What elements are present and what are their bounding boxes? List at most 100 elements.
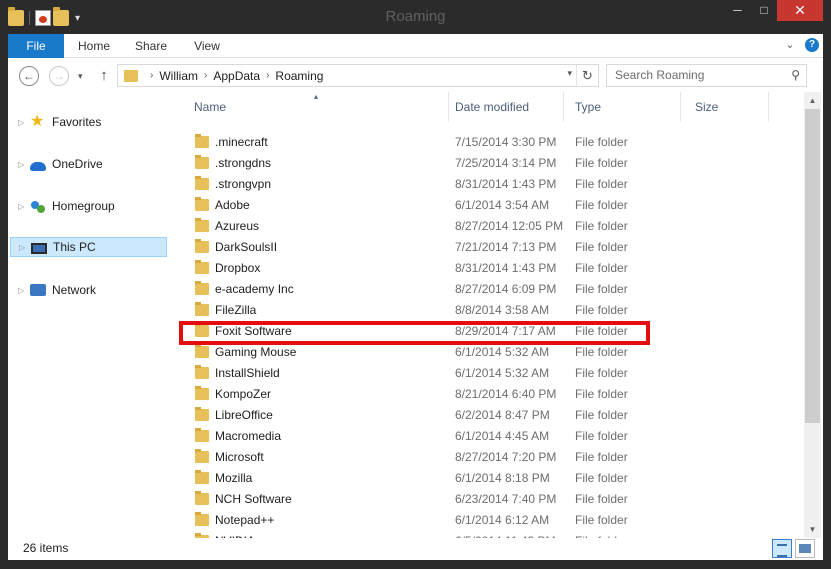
table-row[interactable]: DarkSoulsII 7/21/2014 7:13 PM File folder (174, 237, 806, 258)
address-dropdown-icon[interactable]: ▾ (567, 68, 572, 79)
forward-button[interactable]: → (49, 66, 69, 86)
ribbon-tabs: File Home Share View ⌄ ? (8, 34, 823, 58)
breadcrumb-appdata[interactable]: AppData (213, 69, 260, 83)
window-controls: ─ □ ✕ (724, 0, 823, 25)
recent-locations-icon[interactable]: ▾ (78, 67, 90, 85)
file-name: Gaming Mouse (215, 345, 297, 359)
file-type: File folder (575, 219, 628, 233)
file-date-modified: 6/1/2014 5:32 AM (455, 345, 550, 359)
breadcrumb-roaming[interactable]: Roaming (275, 69, 323, 83)
table-row[interactable]: KompoZer 8/21/2014 6:40 PM File folder (174, 384, 806, 405)
nav-item-homegroup[interactable]: ▷ Homegroup (10, 196, 167, 216)
breadcrumb-separator-icon[interactable]: › (150, 70, 153, 81)
folder-icon (195, 491, 209, 505)
folder-icon (195, 134, 209, 148)
file-date-modified: 6/1/2014 4:45 AM (455, 429, 550, 443)
details-view-icon[interactable] (772, 539, 792, 558)
nav-item-favorites[interactable]: ▷ ★ Favorites (10, 112, 167, 132)
highlight-box (179, 321, 650, 345)
file-type: File folder (575, 156, 628, 170)
table-row[interactable]: Microsoft 8/27/2014 7:20 PM File folder (174, 447, 806, 468)
table-row[interactable]: .strongdns 7/25/2014 3:14 PM File folder (174, 153, 806, 174)
table-row[interactable]: .strongvpn 8/31/2014 1:43 PM File folder (174, 174, 806, 195)
breadcrumb-separator-icon[interactable]: › (266, 70, 269, 81)
minimize-button[interactable]: ─ (724, 0, 751, 21)
table-row[interactable]: Gaming Mouse 6/1/2014 5:32 AM File folder (174, 342, 806, 363)
scroll-up-icon[interactable]: ▲ (804, 92, 821, 109)
file-date-modified: 7/21/2014 7:13 PM (455, 240, 557, 254)
search-icon[interactable]: ⚲ (791, 65, 800, 86)
file-date-modified: 6/1/2014 3:54 AM (455, 198, 550, 212)
table-row[interactable]: Macromedia 6/1/2014 4:45 AM File folder (174, 426, 806, 447)
table-row[interactable]: NVIDIA6/5/2014 11:43 PMFile folder (174, 531, 806, 538)
file-date-modified: 8/8/2014 3:58 AM (455, 303, 550, 317)
homegroup-icon (30, 198, 46, 214)
back-button[interactable]: ← (19, 66, 39, 86)
table-row[interactable]: Adobe 6/1/2014 3:54 AM File folder (174, 195, 806, 216)
file-name: Macromedia (215, 429, 282, 443)
up-button[interactable]: ↑ (96, 66, 112, 86)
help-icon[interactable]: ? (805, 38, 819, 52)
file-type: File folder (575, 177, 628, 191)
file-type: File folder (575, 513, 628, 527)
tab-home[interactable]: Home (64, 34, 124, 58)
table-row[interactable]: InstallShield 6/1/2014 5:32 AM File folder (174, 363, 806, 384)
nav-item-onedrive[interactable]: ▷ OneDrive (10, 154, 167, 174)
search-input[interactable]: Search Roaming ⚲ (606, 64, 807, 87)
computer-icon (31, 242, 47, 254)
nav-item-label: OneDrive (52, 157, 103, 171)
file-date-modified: 6/2/2014 8:47 PM (455, 408, 550, 422)
file-name: Mozilla (215, 471, 253, 485)
file-name: Notepad++ (215, 513, 275, 527)
column-header-date-modified[interactable]: Date modified (443, 92, 564, 122)
file-name: InstallShield (215, 366, 280, 380)
file-date-modified: 8/31/2014 1:43 PM (455, 177, 557, 191)
scroll-down-icon[interactable]: ▼ (804, 521, 821, 538)
table-row[interactable]: Notepad++ 6/1/2014 6:12 AM File folder (174, 510, 806, 531)
breadcrumb-separator-icon[interactable]: › (204, 70, 207, 81)
maximize-button[interactable]: □ (751, 0, 777, 21)
column-header-type[interactable]: Type (563, 92, 681, 122)
large-icons-view-icon[interactable] (795, 539, 815, 558)
table-row[interactable]: NCH Software 6/23/2014 7:40 PM File folder (174, 489, 806, 510)
folder-icon (195, 344, 209, 358)
expand-arrow-icon[interactable]: ▷ (19, 243, 29, 252)
expand-ribbon-icon[interactable]: ⌄ (783, 38, 797, 52)
window-title: Roaming (385, 8, 446, 25)
address-bar[interactable]: › William › AppData › Roaming ▾ ↻ (117, 64, 599, 87)
expand-arrow-icon[interactable]: ▷ (18, 118, 28, 127)
table-row[interactable]: LibreOffice 6/2/2014 8:47 PM File folder (174, 405, 806, 426)
file-date-modified: 6/1/2014 6:12 AM (455, 513, 550, 527)
breadcrumb-william[interactable]: William (159, 69, 198, 83)
tab-share[interactable]: Share (124, 34, 178, 58)
table-row[interactable]: Azureus 8/27/2014 12:05 PM File folder (174, 216, 806, 237)
file-date-modified: 6/1/2014 8:18 PM (455, 471, 550, 485)
scrollbar-thumb[interactable] (805, 109, 820, 423)
expand-arrow-icon[interactable]: ▷ (18, 160, 28, 169)
tab-file[interactable]: File (8, 34, 64, 58)
file-type: File folder (575, 240, 628, 254)
table-row[interactable]: .minecraft 7/15/2014 3:30 PM File folder (174, 132, 806, 153)
expand-arrow-icon[interactable]: ▷ (18, 202, 28, 211)
nav-item-this-pc[interactable]: ▷ This PC (10, 237, 167, 257)
column-headers: ▴ Name Date modified Type Size (174, 92, 806, 122)
explorer-window: ▾ Roaming ─ □ ✕ File Home Share View ⌄ ?… (0, 0, 831, 560)
expand-arrow-icon[interactable]: ▷ (18, 286, 28, 295)
table-row[interactable]: Dropbox 8/31/2014 1:43 PM File folder (174, 258, 806, 279)
column-header-name[interactable]: Name (182, 92, 449, 122)
nav-item-label: Network (52, 283, 97, 297)
file-name: Azureus (215, 219, 260, 233)
column-header-size[interactable]: Size (683, 92, 769, 122)
table-row[interactable]: e-academy Inc 8/27/2014 6:09 PM File folde… (174, 279, 806, 300)
tab-view[interactable]: View (178, 34, 236, 58)
file-date-modified: 7/25/2014 3:14 PM (455, 156, 557, 170)
table-row[interactable]: FileZilla 8/8/2014 3:58 AM File folder (174, 300, 806, 321)
refresh-button[interactable]: ↻ (576, 65, 598, 86)
close-button[interactable]: ✕ (777, 0, 823, 21)
ribbon-controls: ⌄ ? (783, 38, 819, 52)
vertical-scrollbar[interactable]: ▲ ▼ (804, 92, 821, 538)
file-type: File folder (575, 345, 628, 359)
folder-icon (195, 470, 209, 484)
nav-item-network[interactable]: ▷ Network (10, 280, 167, 300)
table-row[interactable]: Mozilla 6/1/2014 8:18 PM File folder (174, 468, 806, 489)
